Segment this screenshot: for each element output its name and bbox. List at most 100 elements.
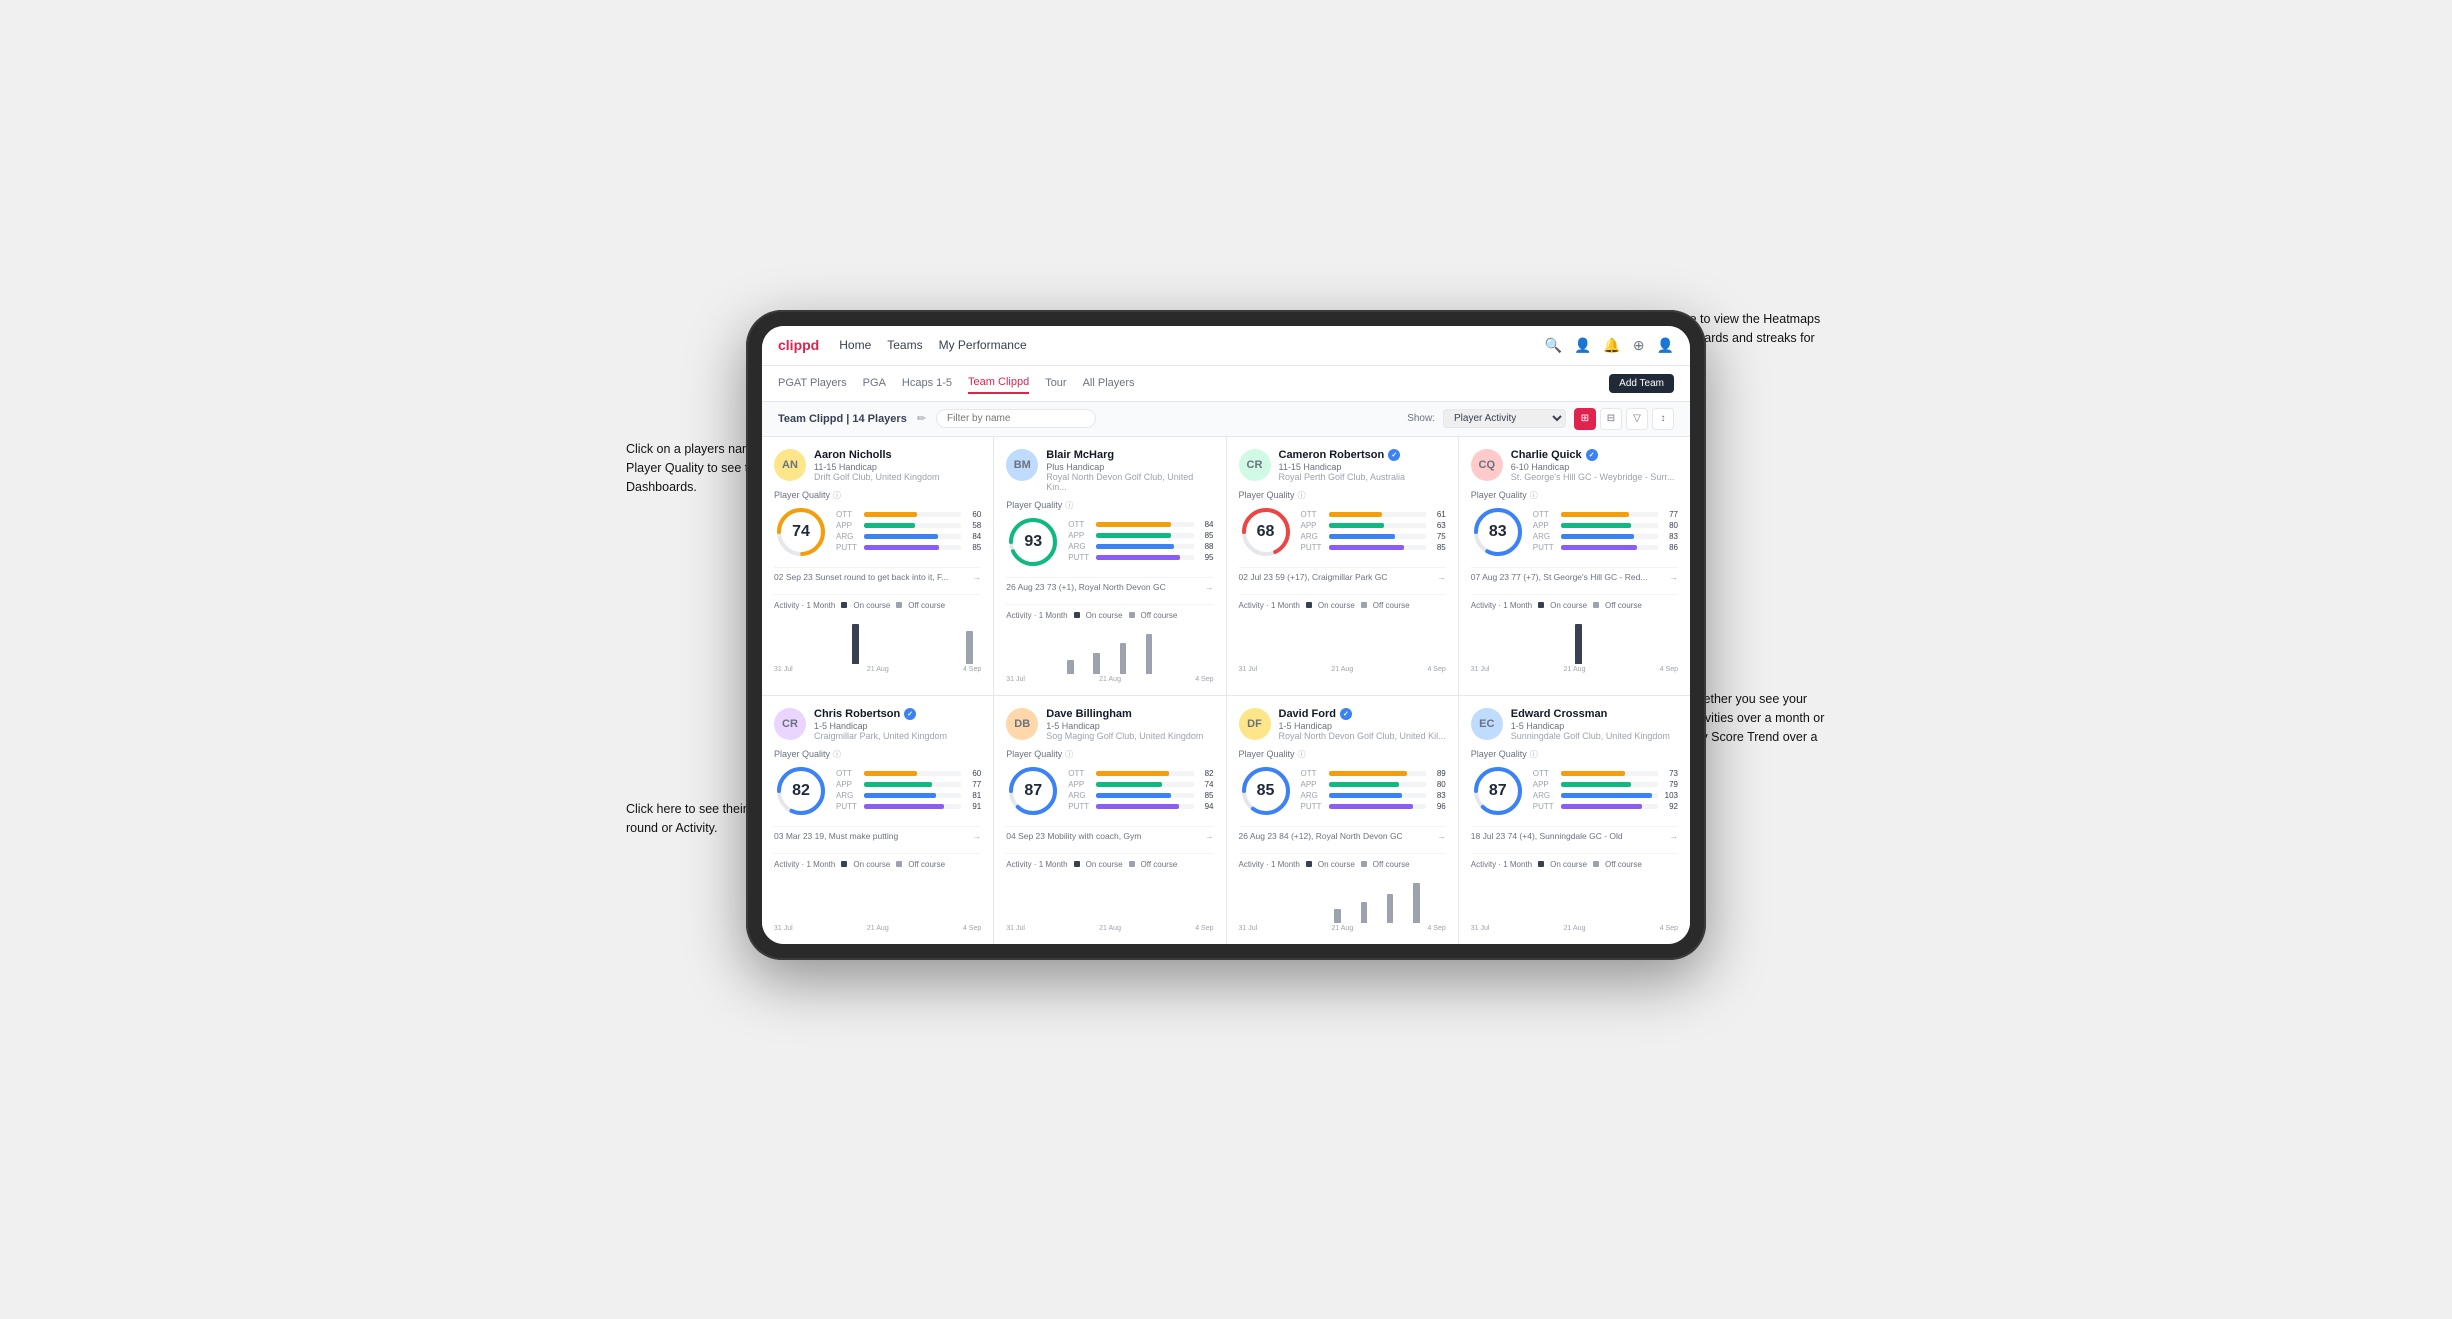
last-round-arrow: → — [1437, 831, 1446, 841]
player-name[interactable]: Dave Billingham — [1046, 708, 1213, 720]
stat-bar — [1329, 523, 1385, 528]
quality-info-icon[interactable]: ⓘ — [1065, 749, 1073, 760]
stat-row: ARG 83 — [1533, 532, 1678, 541]
player-card[interactable]: DF David Ford ✓ 1-5 Handicap Royal North… — [1227, 696, 1458, 944]
nav-my-performance[interactable]: My Performance — [939, 334, 1027, 356]
stat-label: APP — [1533, 780, 1557, 789]
quality-circle[interactable]: 93 — [1006, 515, 1060, 569]
stat-bar — [1561, 523, 1632, 528]
chart-area — [1006, 624, 1213, 674]
quality-info-icon[interactable]: ⓘ — [1065, 500, 1073, 511]
quality-circle[interactable]: 83 — [1471, 505, 1525, 559]
player-card[interactable]: AN Aaron Nicholls 11-15 Handicap Drift G… — [762, 437, 993, 695]
grid-view-icon[interactable]: ⊞ — [1574, 408, 1596, 430]
legend-off-text: Off course — [908, 601, 945, 610]
stat-row: OTT 77 — [1533, 510, 1678, 519]
last-round[interactable]: 07 Aug 23 77 (+7), St George's Hill GC -… — [1471, 567, 1678, 586]
player-club: Royal North Devon Golf Club, United Kin.… — [1046, 472, 1213, 492]
search-input[interactable] — [936, 409, 1096, 428]
add-team-button[interactable]: Add Team — [1609, 374, 1674, 393]
activity-label: Activity · 1 Month On course Off course — [1239, 860, 1446, 869]
player-name[interactable]: Edward Crossman — [1511, 708, 1678, 720]
subnav-team-clippd[interactable]: Team Clippd — [968, 372, 1029, 394]
legend-on-dot — [1074, 861, 1080, 867]
quality-label: Player Quality ⓘ — [1471, 490, 1678, 501]
subnav-pga[interactable]: PGA — [863, 373, 886, 393]
subnav-pgat[interactable]: PGAT Players — [778, 373, 847, 393]
subnav-hcaps[interactable]: Hcaps 1-5 — [902, 373, 952, 393]
player-club: Royal North Devon Golf Club, United Kil.… — [1279, 731, 1446, 741]
activity-label: Activity · 1 Month On course Off course — [774, 601, 981, 610]
stat-label: PUTT — [1068, 553, 1092, 562]
chart-bar — [1575, 624, 1582, 664]
subnav-all-players[interactable]: All Players — [1083, 373, 1135, 393]
player-card[interactable]: CR Chris Robertson ✓ 1-5 Handicap Craigm… — [762, 696, 993, 944]
search-icon[interactable]: 🔍 — [1545, 337, 1562, 354]
quality-info-icon[interactable]: ⓘ — [1298, 490, 1306, 501]
list-view-icon[interactable]: ⊟ — [1600, 408, 1622, 430]
quality-circle[interactable]: 74 — [774, 505, 828, 559]
last-round[interactable]: 26 Aug 23 73 (+1), Royal North Devon GC … — [1006, 577, 1213, 596]
chart-dates: 31 Jul21 Aug4 Sep — [1006, 925, 1213, 932]
sort-icon[interactable]: ↕ — [1652, 408, 1674, 430]
nav-teams[interactable]: Teams — [887, 334, 922, 356]
quality-circle[interactable]: 85 — [1239, 764, 1293, 818]
stat-row: APP 58 — [836, 521, 981, 530]
stat-bar-bg — [1561, 512, 1658, 517]
player-card[interactable]: CR Cameron Robertson ✓ 11-15 Handicap Ro… — [1227, 437, 1458, 695]
quality-info-icon[interactable]: ⓘ — [1530, 749, 1538, 760]
player-card[interactable]: BM Blair McHarg Plus Handicap Royal Nort… — [994, 437, 1225, 695]
player-card[interactable]: CQ Charlie Quick ✓ 6-10 Handicap St. Geo… — [1459, 437, 1690, 695]
player-name[interactable]: Aaron Nicholls — [814, 449, 981, 461]
last-round-text: 02 Jul 23 59 (+17), Craigmillar Park GC — [1239, 572, 1388, 582]
subnav-tour[interactable]: Tour — [1045, 373, 1066, 393]
quality-number: 68 — [1257, 523, 1275, 541]
legend-off-dot — [1361, 602, 1367, 608]
edit-icon[interactable]: ✏ — [917, 412, 926, 425]
quality-circle[interactable]: 87 — [1006, 764, 1060, 818]
quality-info-icon[interactable]: ⓘ — [833, 749, 841, 760]
last-round[interactable]: 02 Jul 23 59 (+17), Craigmillar Park GC … — [1239, 567, 1446, 586]
player-name[interactable]: David Ford ✓ — [1279, 708, 1446, 720]
stat-bar-bg — [1096, 793, 1193, 798]
player-card[interactable]: DB Dave Billingham 1-5 Handicap Sog Magi… — [994, 696, 1225, 944]
player-name[interactable]: Charlie Quick ✓ — [1511, 449, 1678, 461]
last-round[interactable]: 02 Sep 23 Sunset round to get back into … — [774, 567, 981, 586]
quality-circle[interactable]: 68 — [1239, 505, 1293, 559]
stat-label: PUTT — [1533, 543, 1557, 552]
legend-on-dot — [841, 861, 847, 867]
player-name[interactable]: Blair McHarg — [1046, 449, 1213, 461]
settings-icon[interactable]: ⊕ — [1633, 337, 1645, 354]
filter-icon[interactable]: ▽ — [1626, 408, 1648, 430]
last-round[interactable]: 03 Mar 23 19, Must make putting → — [774, 826, 981, 845]
stats-list: OTT 60 APP 58 ARG 84 PUTT 85 — [836, 510, 981, 554]
stat-bar — [1561, 771, 1626, 776]
player-card[interactable]: EC Edward Crossman 1-5 Handicap Sunningd… — [1459, 696, 1690, 944]
legend-off-dot — [1129, 612, 1135, 618]
nav-home[interactable]: Home — [839, 334, 871, 356]
chart-date: 4 Sep — [963, 925, 981, 932]
nav-items: Home Teams My Performance — [839, 334, 1524, 356]
legend-on-dot — [1538, 861, 1544, 867]
last-round[interactable]: 18 Jul 23 74 (+4), Sunningdale GC - Old … — [1471, 826, 1678, 845]
stat-row: OTT 89 — [1301, 769, 1446, 778]
player-club: Sunningdale Golf Club, United Kingdom — [1511, 731, 1678, 741]
player-club: Royal Perth Golf Club, Australia — [1279, 472, 1446, 482]
player-handicap: 6-10 Handicap — [1511, 462, 1678, 472]
player-name[interactable]: Chris Robertson ✓ — [814, 708, 981, 720]
last-round-arrow: → — [1205, 582, 1214, 592]
last-round[interactable]: 26 Aug 23 84 (+12), Royal North Devon GC… — [1239, 826, 1446, 845]
notification-icon[interactable]: 🔔 — [1603, 337, 1620, 354]
quality-info-icon[interactable]: ⓘ — [833, 490, 841, 501]
last-round[interactable]: 04 Sep 23 Mobility with coach, Gym → — [1006, 826, 1213, 845]
player-name[interactable]: Cameron Robertson ✓ — [1279, 449, 1446, 461]
user-icon[interactable]: 👤 — [1657, 337, 1674, 354]
quality-circle[interactable]: 87 — [1471, 764, 1525, 818]
show-select[interactable]: Player Activity Quality Score Trend — [1443, 409, 1566, 428]
stat-value: 85 — [965, 543, 981, 552]
quality-info-icon[interactable]: ⓘ — [1298, 749, 1306, 760]
quality-circle[interactable]: 82 — [774, 764, 828, 818]
quality-info-icon[interactable]: ⓘ — [1530, 490, 1538, 501]
player-header: CQ Charlie Quick ✓ 6-10 Handicap St. Geo… — [1471, 449, 1678, 482]
profile-icon[interactable]: 👤 — [1574, 337, 1591, 354]
